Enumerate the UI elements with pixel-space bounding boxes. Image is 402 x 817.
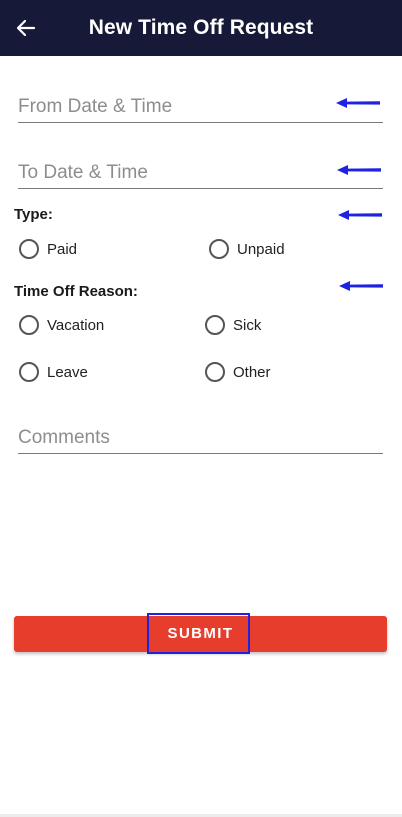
reason-label: Time Off Reason:: [14, 283, 138, 300]
radio-unpaid[interactable]: Unpaid: [209, 237, 285, 261]
type-label: Type:: [14, 206, 53, 223]
to-date-field[interactable]: [18, 148, 383, 189]
radio-circle-icon[interactable]: [205, 315, 225, 335]
app-bar: New Time Off Request: [0, 0, 402, 56]
comments-input[interactable]: [18, 427, 318, 449]
radio-vacation[interactable]: Vacation: [19, 313, 104, 337]
radio-circle-icon[interactable]: [19, 315, 39, 335]
radio-circle-icon[interactable]: [19, 239, 39, 259]
submit-label: SUBMIT: [167, 625, 234, 642]
from-date-input[interactable]: [18, 96, 318, 118]
radio-label: Unpaid: [237, 240, 285, 258]
radio-label: Paid: [47, 240, 78, 258]
radio-label: Vacation: [47, 316, 105, 334]
arrow-left-annotation-icon: [336, 98, 380, 108]
comments-field[interactable]: [18, 413, 383, 454]
radio-paid[interactable]: Paid: [19, 237, 77, 261]
radio-circle-icon[interactable]: [205, 362, 225, 382]
radio-leave[interactable]: Leave: [19, 360, 88, 384]
radio-label: Sick: [233, 316, 262, 334]
arrow-left-annotation-icon: [337, 165, 381, 175]
submit-button[interactable]: SUBMIT: [14, 616, 387, 652]
radio-circle-icon[interactable]: [209, 239, 229, 259]
radio-label: Leave: [47, 363, 88, 381]
arrow-left-annotation-icon: [339, 281, 383, 291]
radio-other[interactable]: Other: [205, 360, 271, 384]
radio-sick[interactable]: Sick: [205, 313, 261, 337]
page-title: New Time Off Request: [88, 16, 314, 39]
radio-circle-icon[interactable]: [19, 362, 39, 382]
radio-label: Other: [233, 363, 271, 381]
arrow-left-annotation-icon: [338, 210, 382, 220]
from-date-field[interactable]: [18, 82, 383, 123]
to-date-input[interactable]: [18, 162, 318, 184]
